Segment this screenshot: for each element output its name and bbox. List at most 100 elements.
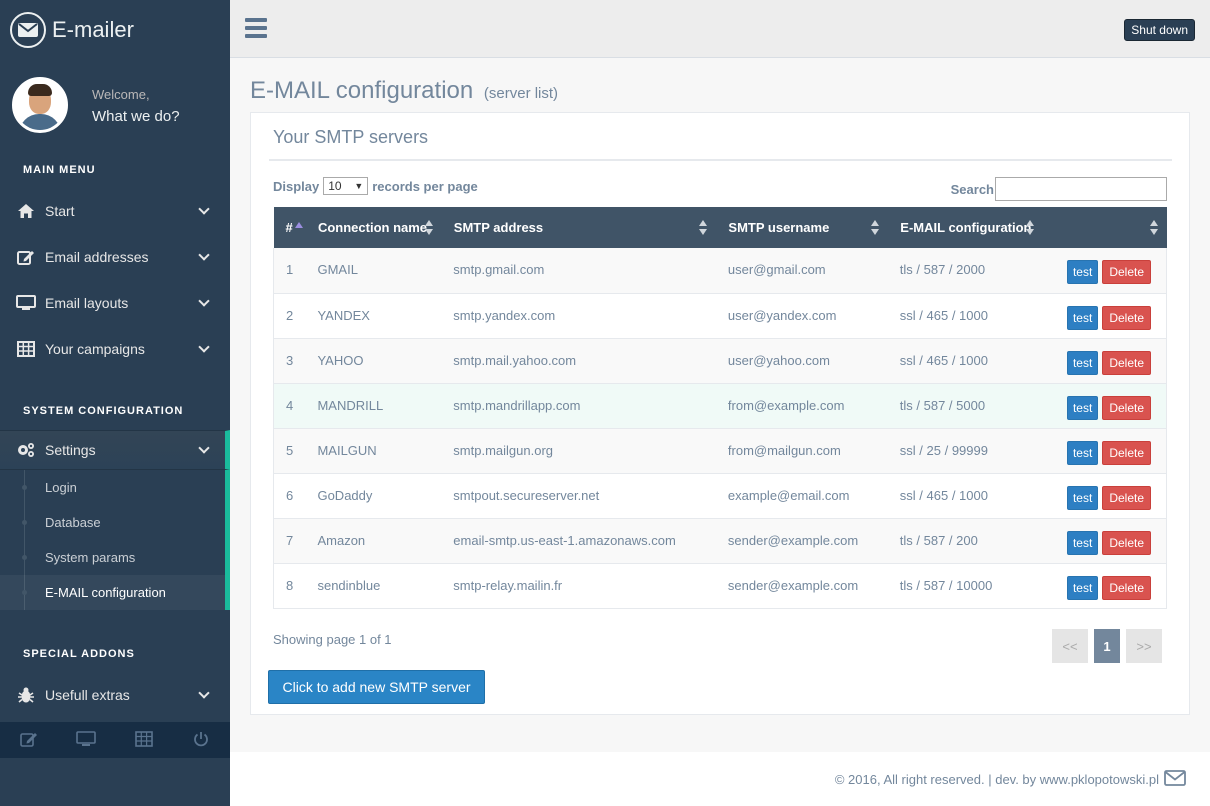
desktop-icon	[15, 294, 37, 312]
table-row[interactable]: 8 sendinblue smtp-relay.mailin.fr sender…	[273, 563, 1167, 609]
column-header-connection-name[interactable]: Connection name	[305, 207, 442, 248]
submenu-item-system-params[interactable]: System params	[0, 540, 225, 575]
cell-email-configuration: tls / 587 / 5000	[887, 383, 1048, 429]
add-smtp-server-button[interactable]: Click to add new SMTP server	[268, 670, 485, 704]
sidebar-item-start[interactable]: Start	[0, 188, 230, 234]
delete-button[interactable]: Delete	[1102, 485, 1151, 510]
cell-smtp-address: smtp.gmail.com	[441, 248, 716, 294]
cell-email-configuration: tls / 587 / 10000	[887, 563, 1048, 609]
pagination: << 1 >>	[1046, 629, 1162, 663]
test-button[interactable]: test	[1066, 530, 1099, 555]
search-control: Search	[951, 177, 1167, 201]
column-header-email-configuration[interactable]: E-MAIL configuration	[887, 207, 1049, 248]
sidebar-item-settings[interactable]: Settings	[0, 430, 230, 470]
bug-icon	[15, 686, 37, 704]
sidebar-item-your-campaigns[interactable]: Your campaigns	[0, 326, 230, 372]
page-subtitle: (server list)	[483, 85, 559, 102]
table-row[interactable]: 6 GoDaddy smtpout.secureserver.net examp…	[273, 473, 1167, 519]
cell-smtp-username: sender@example.com	[715, 563, 888, 609]
cell-smtp-address: smtp.mailgun.org	[441, 428, 716, 474]
column-header-smtp-address[interactable]: SMTP address	[441, 207, 717, 248]
delete-button[interactable]: Delete	[1102, 395, 1151, 420]
delete-button[interactable]: Delete	[1102, 350, 1151, 375]
pagination-info: Showing page 1 of 1	[273, 632, 392, 647]
delete-button[interactable]: Delete	[1102, 440, 1151, 465]
sidebar-item-email-layouts[interactable]: Email layouts	[0, 280, 230, 326]
delete-button[interactable]: Delete	[1102, 260, 1151, 284]
desktop-icon	[76, 730, 97, 750]
test-button[interactable]: test	[1066, 575, 1099, 600]
search-input[interactable]	[995, 177, 1167, 201]
table-row[interactable]: 1 GMAIL smtp.gmail.com user@gmail.com tl…	[273, 248, 1167, 294]
brand-title: E-mailer	[52, 17, 134, 42]
sort-icon	[424, 220, 433, 236]
test-button[interactable]: test	[1066, 260, 1099, 284]
cell-connection-name: sendinblue	[305, 563, 442, 609]
table-row[interactable]: 3 YAHOO smtp.mail.yahoo.com user@yahoo.c…	[273, 338, 1167, 384]
chevron-down-icon	[198, 249, 210, 261]
sidebar-footer-edit-button[interactable]	[0, 722, 58, 758]
column-header-number[interactable]: #	[273, 207, 306, 248]
table-row[interactable]: 7 Amazon email-smtp.us-east-1.amazonaws.…	[273, 518, 1167, 564]
avatar[interactable]	[12, 77, 68, 133]
cell-number: 4	[273, 383, 306, 429]
brand[interactable]: E-mailer	[0, 0, 230, 60]
cell-smtp-address: smtpout.secureserver.net	[441, 473, 716, 519]
sidebar-item-label: Email addresses	[45, 249, 149, 265]
sidebar-footer-desktop-button[interactable]	[58, 722, 116, 758]
test-button[interactable]: test	[1066, 440, 1099, 465]
cell-smtp-username: user@yahoo.com	[715, 338, 888, 384]
test-button[interactable]: test	[1066, 485, 1099, 510]
sidebar-item-email-addresses[interactable]: Email addresses	[0, 234, 230, 280]
cell-email-configuration: tls / 587 / 200	[887, 518, 1048, 564]
envelope-icon[interactable]	[1164, 769, 1186, 789]
table-row[interactable]: 2 YANDEX smtp.yandex.com user@yandex.com…	[273, 293, 1167, 339]
pagination-prev-button[interactable]: <<	[1052, 629, 1088, 663]
delete-button[interactable]: Delete	[1102, 530, 1151, 555]
table-row[interactable]: 5 MAILGUN smtp.mailgun.org from@mailgun.…	[273, 428, 1167, 474]
delete-button[interactable]: Delete	[1102, 305, 1151, 330]
records-per-page-select[interactable]: 10 ▼	[323, 177, 369, 195]
cell-connection-name: GMAIL	[305, 248, 442, 294]
submenu-item-email-configuration[interactable]: E-MAIL configuration	[0, 575, 225, 610]
panel-title: Your SMTP servers	[269, 127, 1172, 161]
column-header-smtp-username[interactable]: SMTP username	[715, 207, 889, 248]
test-button[interactable]: test	[1066, 305, 1099, 330]
display-label: Display	[273, 178, 320, 194]
cell-actions: test Delete	[1047, 293, 1167, 339]
records-label: records per page	[372, 178, 478, 194]
cell-connection-name: YAHOO	[305, 338, 442, 384]
column-header-actions[interactable]	[1047, 207, 1167, 248]
cell-connection-name: Amazon	[305, 518, 442, 564]
cell-number: 3	[273, 338, 306, 384]
cell-smtp-username: user@yandex.com	[715, 293, 888, 339]
delete-button[interactable]: Delete	[1102, 575, 1151, 600]
pagination-next-button[interactable]: >>	[1126, 629, 1162, 663]
sidebar-item-label: Start	[45, 203, 75, 219]
edit-icon	[15, 248, 37, 266]
cell-connection-name: MAILGUN	[305, 428, 442, 474]
search-label: Search	[950, 181, 994, 197]
cell-actions: test Delete	[1047, 473, 1167, 519]
cell-smtp-address: smtp-relay.mailin.fr	[441, 563, 716, 609]
cell-actions: test Delete	[1047, 248, 1167, 294]
test-button[interactable]: test	[1066, 350, 1099, 375]
sidebar-footer-power-button[interactable]	[173, 722, 231, 758]
main-menu: Start Email addresses Email layouts Your…	[0, 188, 230, 372]
test-button[interactable]: test	[1066, 395, 1099, 420]
shutdown-button[interactable]: Shut down	[1124, 19, 1195, 41]
submenu-item-login[interactable]: Login	[0, 470, 225, 505]
cell-smtp-address: smtp.mandrillapp.com	[441, 383, 716, 429]
sidebar-item-label: Usefull extras	[45, 687, 130, 703]
sort-icon	[871, 220, 880, 236]
welcome-text: Welcome,	[92, 87, 150, 102]
sort-icon	[1026, 220, 1035, 236]
pagination-page-button[interactable]: 1	[1094, 629, 1120, 663]
table-row[interactable]: 4 MANDRILL smtp.mandrillapp.com from@exa…	[273, 383, 1167, 429]
power-icon	[193, 731, 209, 750]
sidebar-footer-table-button[interactable]	[115, 722, 173, 758]
cell-smtp-address: smtp.mail.yahoo.com	[441, 338, 716, 384]
menu-toggle-icon[interactable]	[245, 18, 267, 42]
sidebar-item-usefull-extras[interactable]: Usefull extras	[0, 672, 230, 718]
submenu-item-database[interactable]: Database	[0, 505, 225, 540]
